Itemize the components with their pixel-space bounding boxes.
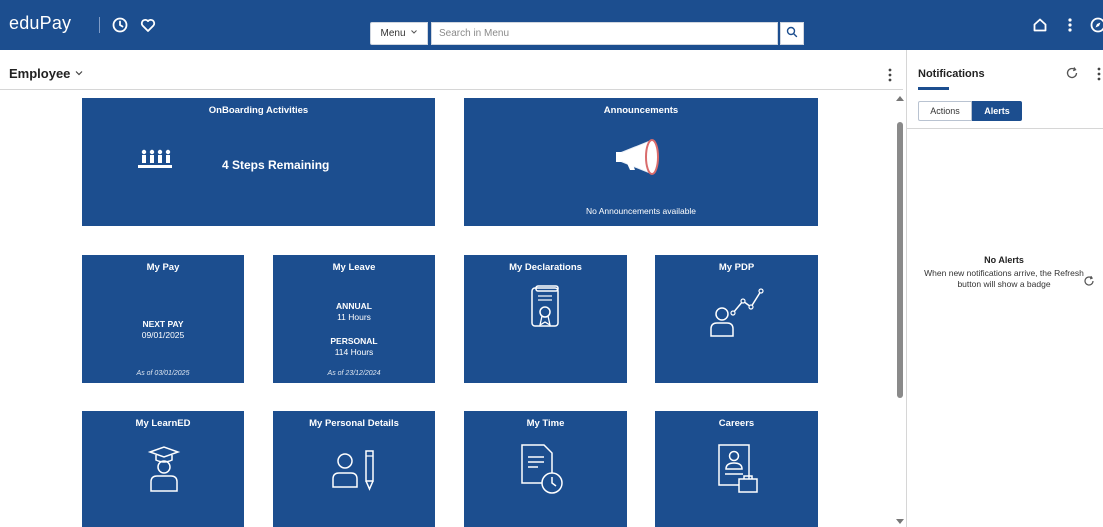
scroll-thumb[interactable] — [897, 122, 903, 398]
history-icon[interactable] — [110, 15, 130, 35]
as-of-date: As of 03/01/2025 — [136, 370, 190, 377]
tile-title: My PDP — [718, 262, 755, 273]
favorites-icon[interactable] — [138, 15, 158, 35]
tile-my-learned[interactable]: My LearnED — [82, 411, 244, 527]
notifications-actions-icon[interactable] — [1097, 67, 1101, 81]
tile-text: No Announcements available — [585, 206, 697, 216]
search-input[interactable] — [431, 22, 778, 45]
search-button[interactable] — [780, 22, 804, 45]
tile-announcements[interactable]: Announcements No Announcements available — [464, 98, 818, 226]
search-bar: Menu — [370, 22, 804, 45]
next-pay-label: NEXT PAY — [142, 319, 184, 329]
tile-title: OnBoarding Activities — [208, 105, 309, 116]
tile-careers[interactable]: Careers — [655, 411, 818, 527]
tile-my-leave[interactable]: My Leave ANNUAL 11 Hours PERSONAL 114 Ho… — [273, 255, 435, 383]
tile-title: My Personal Details — [309, 418, 399, 429]
notifications-tabs: Actions Alerts — [918, 101, 1022, 121]
menu-label: Menu — [380, 28, 406, 39]
page-actions-icon[interactable] — [888, 68, 892, 82]
personal-value: 114 Hours — [334, 347, 374, 357]
certificate-icon — [527, 285, 565, 340]
annual-value: 11 Hours — [337, 312, 371, 322]
megaphone-icon — [614, 136, 670, 183]
tile-title: Announcements — [603, 105, 679, 116]
panel-divider — [906, 50, 907, 527]
tab-actions[interactable]: Actions — [918, 101, 972, 121]
empty-alerts-title: No Alerts — [984, 255, 1024, 265]
tile-my-pay[interactable]: My Pay NEXT PAY 09/01/2025 As of 03/01/2… — [82, 255, 244, 383]
page-title-dropdown[interactable]: Employee — [9, 66, 84, 81]
tile-my-declarations[interactable]: My Declarations — [464, 255, 627, 383]
as-of-date: As of 23/12/2024 — [327, 370, 381, 377]
tile-title: My Pay — [146, 262, 180, 273]
tile-onboarding-activities[interactable]: OnBoarding Activities 4 Steps Remaining — [82, 98, 435, 226]
home-icon[interactable] — [1030, 15, 1050, 35]
notifications-underline — [918, 87, 949, 90]
graduate-icon — [146, 445, 182, 498]
personal-label: PERSONAL — [330, 336, 378, 346]
scroll-down-icon[interactable] — [896, 519, 904, 524]
refresh-icon[interactable] — [1065, 66, 1079, 85]
scroll-up-icon[interactable] — [896, 96, 904, 101]
brand-divider — [99, 17, 100, 33]
refresh-hint-icon — [1083, 274, 1095, 292]
search-icon — [786, 26, 798, 41]
person-pencil-icon — [331, 447, 381, 498]
tile-title: Careers — [718, 418, 755, 429]
people-group-icon — [136, 148, 176, 179]
tile-title: My LearnED — [135, 418, 191, 429]
empty-alerts-message: No Alerts When new notifications arrive,… — [918, 255, 1090, 290]
tile-my-pdp[interactable]: My PDP — [655, 255, 818, 383]
notifications-separator — [907, 128, 1103, 129]
next-pay-date: 09/01/2025 — [141, 330, 185, 340]
empty-alerts-text: When new notifications arrive, the Refre… — [924, 268, 1084, 289]
page-title: Employee — [9, 66, 71, 81]
tile-title: My Declarations — [509, 262, 582, 273]
tile-my-personal-details[interactable]: My Personal Details — [273, 411, 435, 527]
tile-text: 4 Steps Remaining — [222, 158, 330, 172]
tile-title: My Time — [526, 418, 565, 429]
notifications-title: Notifications — [918, 68, 985, 80]
chevron-down-icon — [410, 28, 418, 39]
navbar-icon[interactable] — [1088, 15, 1103, 35]
chevron-down-icon — [74, 66, 84, 81]
timesheet-icon — [518, 443, 566, 504]
menu-dropdown-button[interactable]: Menu — [370, 22, 428, 45]
brand-logo[interactable]: eduPay — [9, 13, 71, 34]
resume-briefcase-icon — [717, 443, 761, 502]
tile-title: My Leave — [332, 262, 376, 273]
more-options-icon[interactable] — [1060, 15, 1080, 35]
annual-label: ANNUAL — [336, 301, 372, 311]
growth-person-icon — [709, 283, 769, 348]
page-header: Employee — [0, 60, 903, 90]
tile-my-time[interactable]: My Time — [464, 411, 627, 527]
tab-alerts[interactable]: Alerts — [972, 101, 1022, 121]
top-banner: eduPay Menu — [0, 0, 1103, 50]
